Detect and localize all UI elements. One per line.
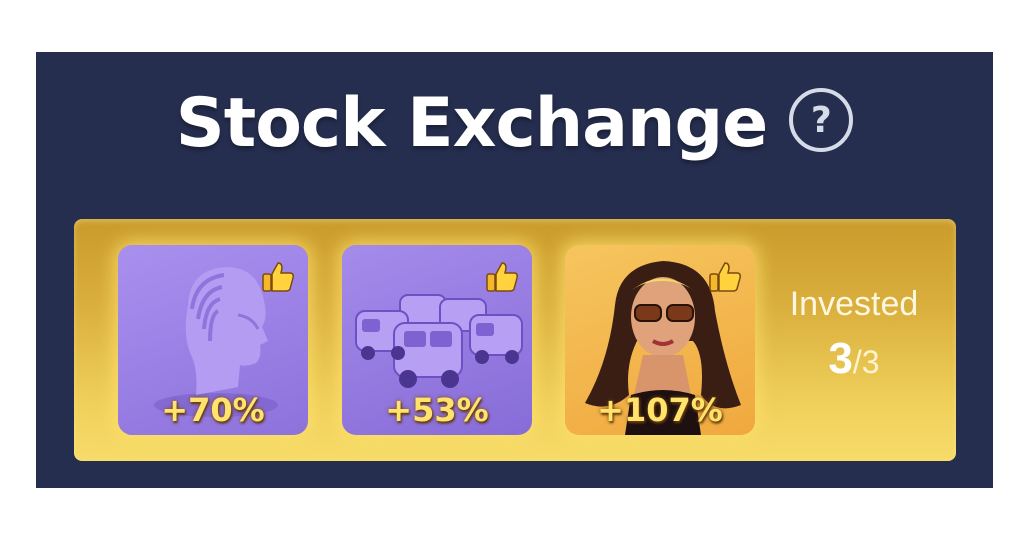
invested-label: Invested bbox=[789, 285, 919, 323]
invested-count: 3/3 bbox=[774, 334, 934, 384]
invested-total: 3 bbox=[861, 344, 880, 380]
stock-exchange-panel: Stock Exchange ? +70% +53% +107% Investe… bbox=[36, 52, 993, 488]
stock-strip: +70% +53% +107% Invested 3/3 bbox=[74, 219, 956, 461]
thumbs-up-icon[interactable] bbox=[484, 259, 520, 295]
page-title: Stock Exchange bbox=[175, 83, 769, 163]
help-button[interactable]: ? bbox=[789, 88, 854, 152]
stock-change: +53% bbox=[385, 391, 489, 429]
stock-card-delivery-vans[interactable]: +53% bbox=[342, 245, 532, 435]
stock-card-influencer[interactable]: +107% bbox=[565, 245, 755, 435]
stock-card-ai-head[interactable]: +70% bbox=[118, 245, 308, 435]
invested-summary: Invested 3/3 bbox=[774, 285, 934, 384]
stock-change: +70% bbox=[161, 391, 265, 429]
question-icon: ? bbox=[810, 99, 832, 141]
header: Stock Exchange ? bbox=[36, 78, 993, 168]
thumbs-up-icon[interactable] bbox=[260, 259, 296, 295]
invested-separator: / bbox=[852, 344, 862, 380]
stock-change: +107% bbox=[597, 391, 723, 429]
invested-current: 3 bbox=[828, 334, 853, 383]
thumbs-up-icon[interactable] bbox=[707, 259, 743, 295]
